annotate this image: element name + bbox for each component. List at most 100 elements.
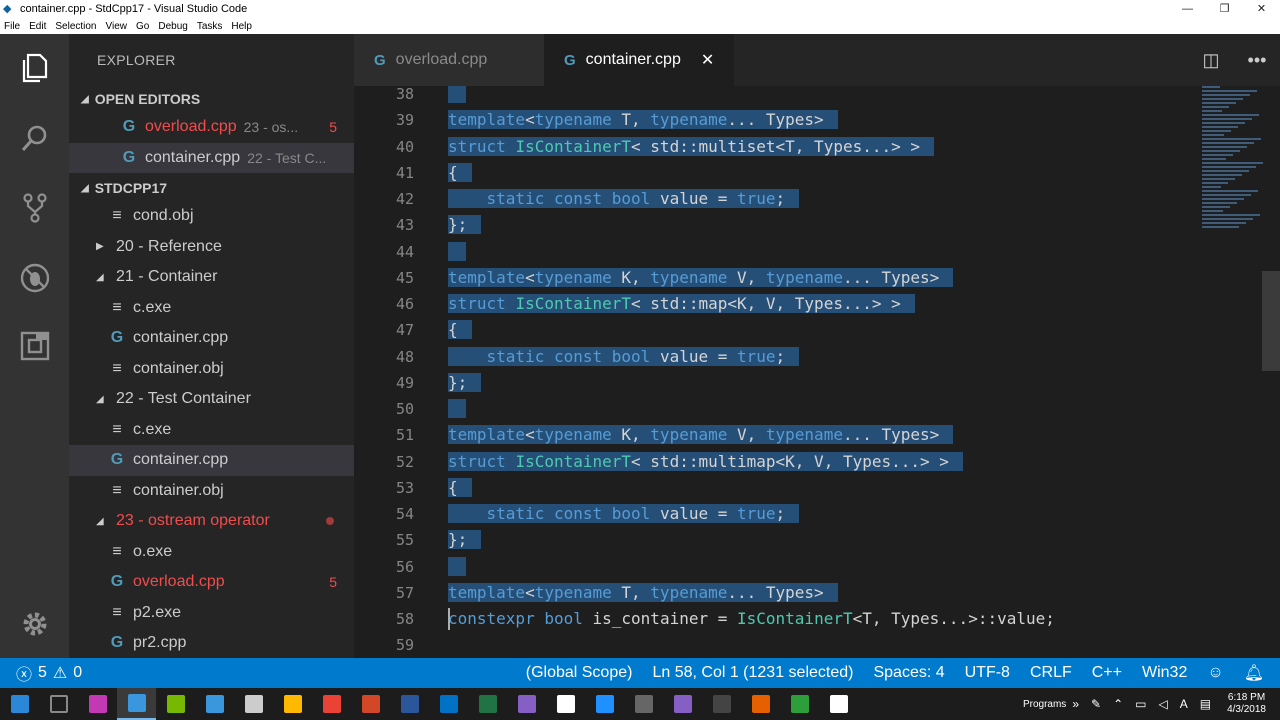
bell-icon[interactable]: 🔔︎ (1244, 663, 1264, 683)
more-actions-icon[interactable]: ••• (1234, 50, 1280, 71)
source-control-activity[interactable] (0, 180, 69, 236)
indentation[interactable]: Spaces: 4 (873, 664, 944, 682)
taskbar-app-icon[interactable] (429, 688, 468, 720)
volume-icon[interactable]: ◁ (1158, 697, 1167, 711)
code-line[interactable] (448, 86, 466, 107)
code-line[interactable]: struct IsContainerT< std::multiset<T, Ty… (448, 134, 935, 160)
open-editors-header[interactable]: ◢ OPEN EDITORS (69, 86, 354, 112)
tree-item[interactable]: ≡ container.obj (69, 476, 354, 507)
menu-selection[interactable]: Selection (55, 21, 96, 32)
taskbar-app-icon[interactable] (468, 688, 507, 720)
code-editor[interactable]: 38 39 40 41 42 43 44 45 46 47 48 49 50 51 52 53 54 55 56 57… (354, 86, 1280, 658)
maximize-button[interactable]: ❐ (1206, 0, 1243, 18)
taskbar-app-icon[interactable] (546, 688, 585, 720)
tree-item[interactable]: G container.cpp (69, 323, 354, 354)
tree-item[interactable]: G container.cpp (69, 445, 354, 476)
taskbar-app-icon[interactable] (273, 688, 312, 720)
code-line[interactable] (448, 396, 466, 422)
code-line[interactable]: static const bool value = true; (448, 501, 800, 527)
chevron-up-icon[interactable]: ⌃ (1113, 697, 1123, 711)
programs-label[interactable]: Programs (1023, 699, 1066, 710)
menu-file[interactable]: File (4, 21, 20, 32)
tree-folder[interactable]: ◢ 23 - ostream operator (69, 506, 354, 537)
minimize-button[interactable]: — (1169, 0, 1206, 18)
encoding[interactable]: UTF-8 (965, 664, 1010, 682)
taskbar-app-icon[interactable] (390, 688, 429, 720)
tree-item[interactable]: ≡ c.exe (69, 293, 354, 324)
tab-overload-cpp[interactable]: G overload.cpp (354, 34, 544, 86)
search-activity[interactable] (0, 110, 69, 166)
extensions-activity[interactable] (0, 318, 69, 374)
code-line[interactable]: }; (448, 212, 482, 238)
keyboard-icon[interactable]: A (1180, 697, 1188, 711)
taskbar-app-icon[interactable] (663, 688, 702, 720)
code-line[interactable]: constexpr bool is_container = IsContaine… (448, 606, 1055, 632)
taskbar-app-icon[interactable] (507, 688, 546, 720)
code-line[interactable]: struct IsContainerT< std::map<K, V, Type… (448, 291, 915, 317)
taskbar-app-icon[interactable] (585, 688, 624, 720)
tree-folder[interactable]: ▶ 20 - Reference (69, 232, 354, 263)
tree-item[interactable]: ≡ container.obj (69, 354, 354, 385)
project-header[interactable]: ◢ STDCPP17 (69, 175, 354, 201)
scope-indicator[interactable]: (Global Scope) (526, 664, 633, 682)
code-line[interactable]: struct IsContainerT< std::multimap<K, V,… (448, 449, 963, 475)
taskbar-app-icon[interactable] (819, 688, 858, 720)
close-window-button[interactable]: ✕ (1243, 0, 1280, 18)
tree-item[interactable]: ≡ o.exe (69, 537, 354, 568)
problems-indicator[interactable]: ⓧ 5 ⚠ 0 (0, 661, 88, 685)
menu-go[interactable]: Go (136, 21, 149, 32)
taskbar-app-icon[interactable] (234, 688, 273, 720)
line-ending[interactable]: CRLF (1030, 664, 1072, 682)
menu-help[interactable]: Help (231, 21, 252, 32)
code-line[interactable] (448, 239, 466, 265)
tree-item[interactable]: G pr2.cpp (69, 628, 354, 658)
task-view-icon[interactable] (39, 688, 78, 720)
taskbar-app-icon[interactable] (156, 688, 195, 720)
menu-tasks[interactable]: Tasks (197, 21, 223, 32)
debug-activity[interactable] (0, 250, 69, 306)
menu-debug[interactable]: Debug (158, 21, 187, 32)
taskbar-app-icon[interactable] (780, 688, 819, 720)
taskbar-app-icon[interactable] (312, 688, 351, 720)
taskbar-app-icon[interactable] (351, 688, 390, 720)
taskbar-app-icon[interactable] (702, 688, 741, 720)
taskbar-app-icon[interactable] (117, 688, 156, 720)
taskbar-app-icon[interactable] (195, 688, 234, 720)
code-line[interactable]: }; (448, 527, 482, 553)
code-line[interactable]: template<typename T, typename... Types> (448, 580, 838, 606)
split-editor-icon[interactable]: ◫ (1188, 50, 1234, 71)
cursor-position[interactable]: Ln 58, Col 1 (1231 selected) (652, 664, 853, 682)
code-line[interactable]: { (448, 475, 472, 501)
language-mode[interactable]: C++ (1092, 664, 1122, 682)
settings-activity[interactable] (0, 596, 69, 652)
vertical-scrollbar[interactable] (1262, 271, 1280, 371)
code-line[interactable]: template<typename K, typename V, typenam… (448, 265, 954, 291)
code-line[interactable] (448, 554, 466, 580)
taskbar-app-icon[interactable] (741, 688, 780, 720)
tree-folder[interactable]: ◢ 21 - Container (69, 262, 354, 293)
menu-view[interactable]: View (106, 21, 128, 32)
notifications-icon[interactable]: ▤ (1200, 697, 1211, 711)
platform-config[interactable]: Win32 (1142, 664, 1187, 682)
menu-edit[interactable]: Edit (29, 21, 46, 32)
chevron-icon[interactable]: » (1072, 697, 1079, 711)
tab-container-cpp[interactable]: G container.cpp ✕ (544, 34, 734, 86)
code-line[interactable]: { (448, 317, 472, 343)
explorer-activity[interactable] (0, 40, 69, 96)
open-editor-item[interactable]: G container.cpp 22 - Test C... (69, 142, 354, 173)
code-line[interactable]: template<typename T, typename... Types> (448, 107, 838, 133)
open-editor-item[interactable]: G overload.cpp 23 - os... 5 (69, 112, 354, 143)
tree-folder[interactable]: ◢ 22 - Test Container (69, 384, 354, 415)
network-icon[interactable]: ▭ (1135, 697, 1146, 711)
minimap[interactable] (1202, 86, 1270, 246)
clock[interactable]: 6:18 PM 4/3/2018 (1227, 692, 1266, 716)
code-area[interactable]: template<typename T, typename... Types> s… (448, 86, 1248, 658)
tree-item[interactable]: ≡ c.exe (69, 415, 354, 446)
tree-item[interactable]: ≡ cond.obj (69, 201, 354, 232)
pen-icon[interactable]: ✎ (1091, 697, 1101, 711)
code-line[interactable]: static const bool value = true; (448, 344, 800, 370)
code-line[interactable]: }; (448, 370, 482, 396)
code-line[interactable]: { (448, 160, 472, 186)
tree-item[interactable]: ≡ p2.exe (69, 598, 354, 629)
taskbar-app-icon[interactable] (624, 688, 663, 720)
